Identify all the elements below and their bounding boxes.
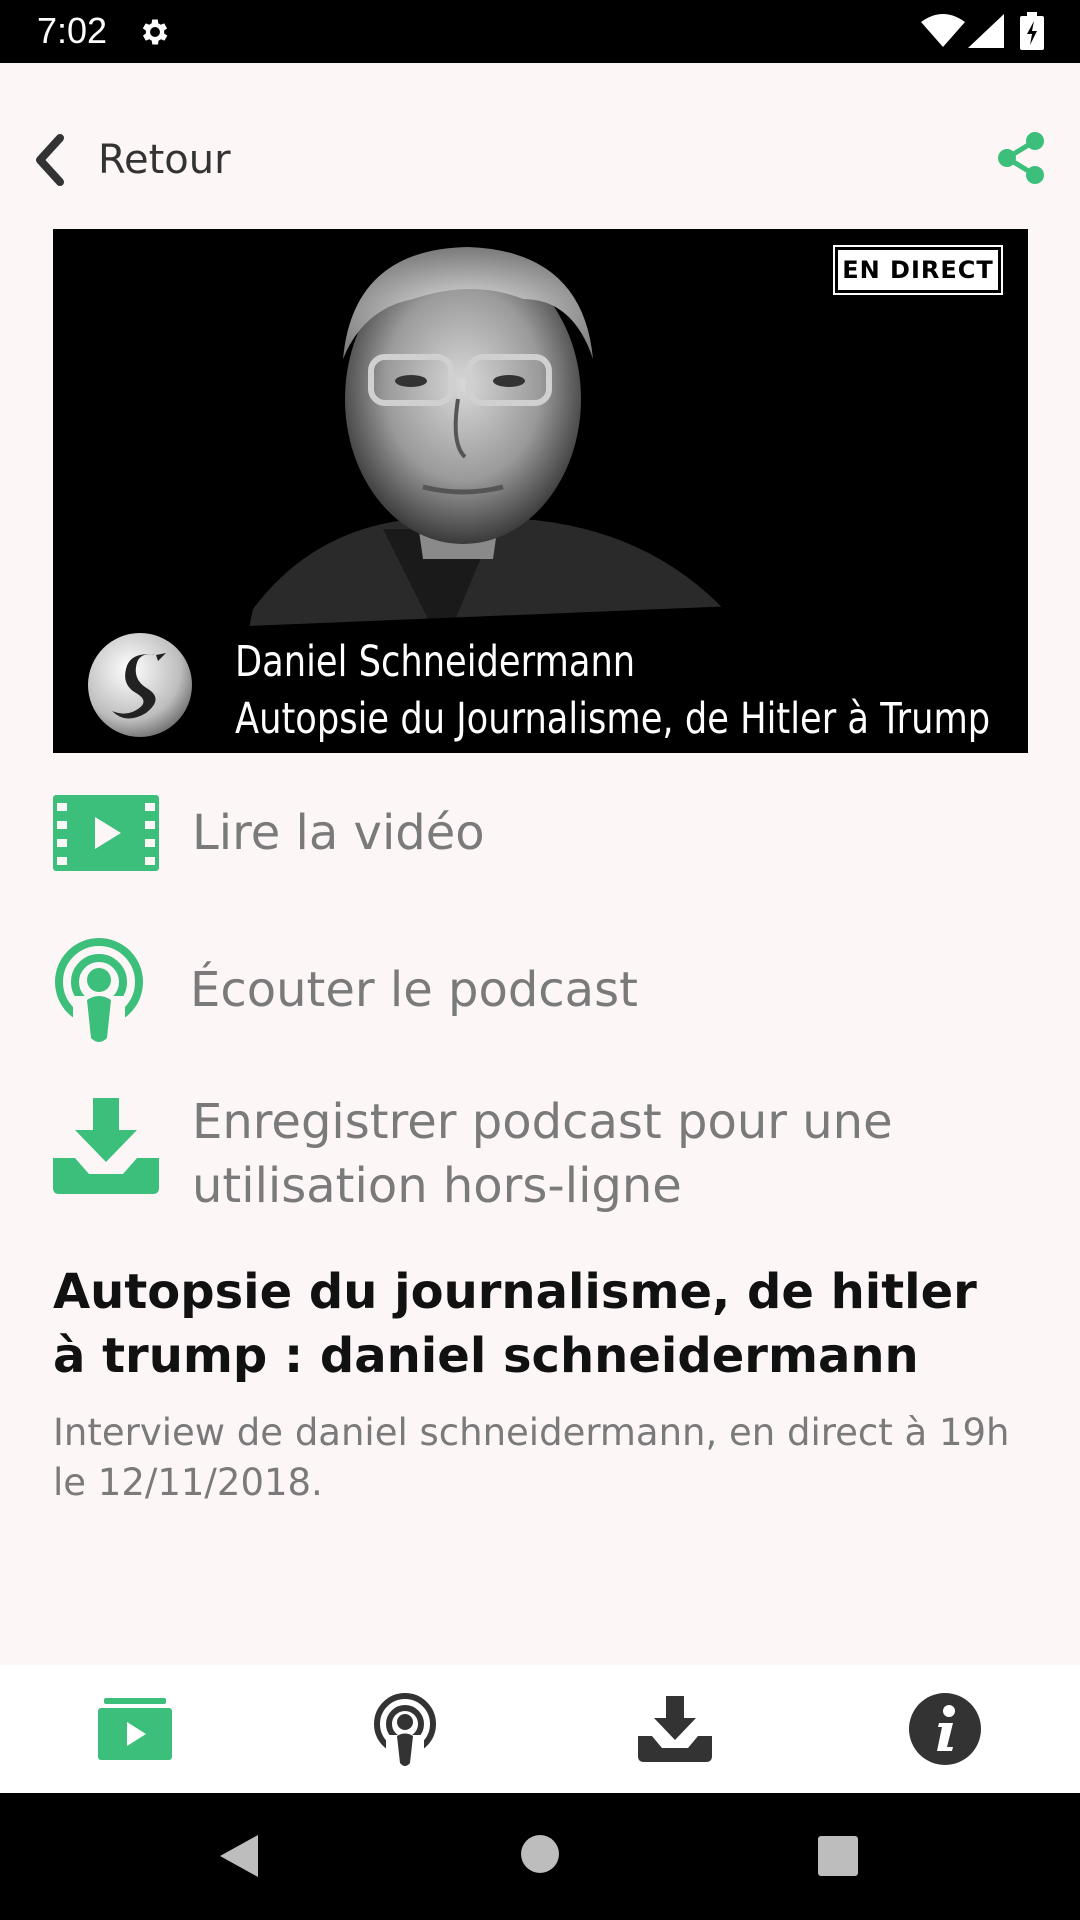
listen-podcast-button[interactable]: Écouter le podcast	[53, 935, 1028, 1045]
gear-icon	[142, 19, 168, 45]
caption-subtitle: Autopsie du Journalisme, de Hitler à Tru…	[235, 694, 991, 744]
listen-podcast-label: Écouter le podcast	[190, 962, 638, 1018]
chevron-left-icon	[36, 134, 64, 186]
nav-downloads-tab[interactable]	[540, 1665, 810, 1793]
episode-title: Autopsie du journalisme, de hitler à tru…	[53, 1264, 977, 1384]
share-icon[interactable]	[995, 130, 1047, 186]
battery-charging-icon	[1020, 12, 1044, 50]
wifi-icon	[921, 14, 965, 47]
play-video-label: Lire la vidéo	[192, 805, 485, 861]
video-thumbnail[interactable]: EN DIRECT Daniel Schneidermann Autopsie …	[53, 229, 1028, 753]
swan-logo	[88, 633, 192, 737]
status-time: 7:02	[37, 10, 108, 51]
system-home-icon[interactable]	[521, 1835, 559, 1873]
download-podcast-label: Enregistrer podcast pour une utilisation…	[192, 1094, 893, 1214]
nav-podcasts-tab[interactable]	[270, 1665, 540, 1793]
status-bar: 7:02	[0, 0, 1080, 63]
download-icon	[638, 1696, 712, 1762]
nav-info-tab[interactable]	[810, 1665, 1080, 1793]
caption-name: Daniel Schneidermann	[235, 637, 636, 687]
info-icon	[909, 1693, 981, 1765]
system-nav-bar	[0, 1793, 1080, 1920]
download-podcast-button[interactable]: Enregistrer podcast pour une utilisation…	[53, 1090, 1028, 1220]
system-recents-icon[interactable]	[818, 1836, 858, 1876]
download-icon	[53, 1098, 159, 1194]
bottom-nav	[0, 1665, 1080, 1793]
system-back-icon[interactable]	[218, 1833, 260, 1879]
nav-videos-tab[interactable]	[0, 1665, 270, 1793]
video-icon	[98, 1698, 172, 1760]
play-video-button[interactable]: Lire la vidéo	[53, 793, 1028, 873]
video-play-icon	[53, 795, 159, 871]
podcast-icon	[374, 1693, 436, 1766]
live-badge: EN DIRECT	[833, 245, 1003, 295]
back-label: Retour	[98, 137, 231, 183]
back-button[interactable]: Retour	[30, 125, 231, 195]
signal-icon	[968, 14, 1004, 48]
podcast-icon	[55, 938, 143, 1042]
episode-description: Interview de daniel schneidermann, en di…	[53, 1411, 1010, 1504]
